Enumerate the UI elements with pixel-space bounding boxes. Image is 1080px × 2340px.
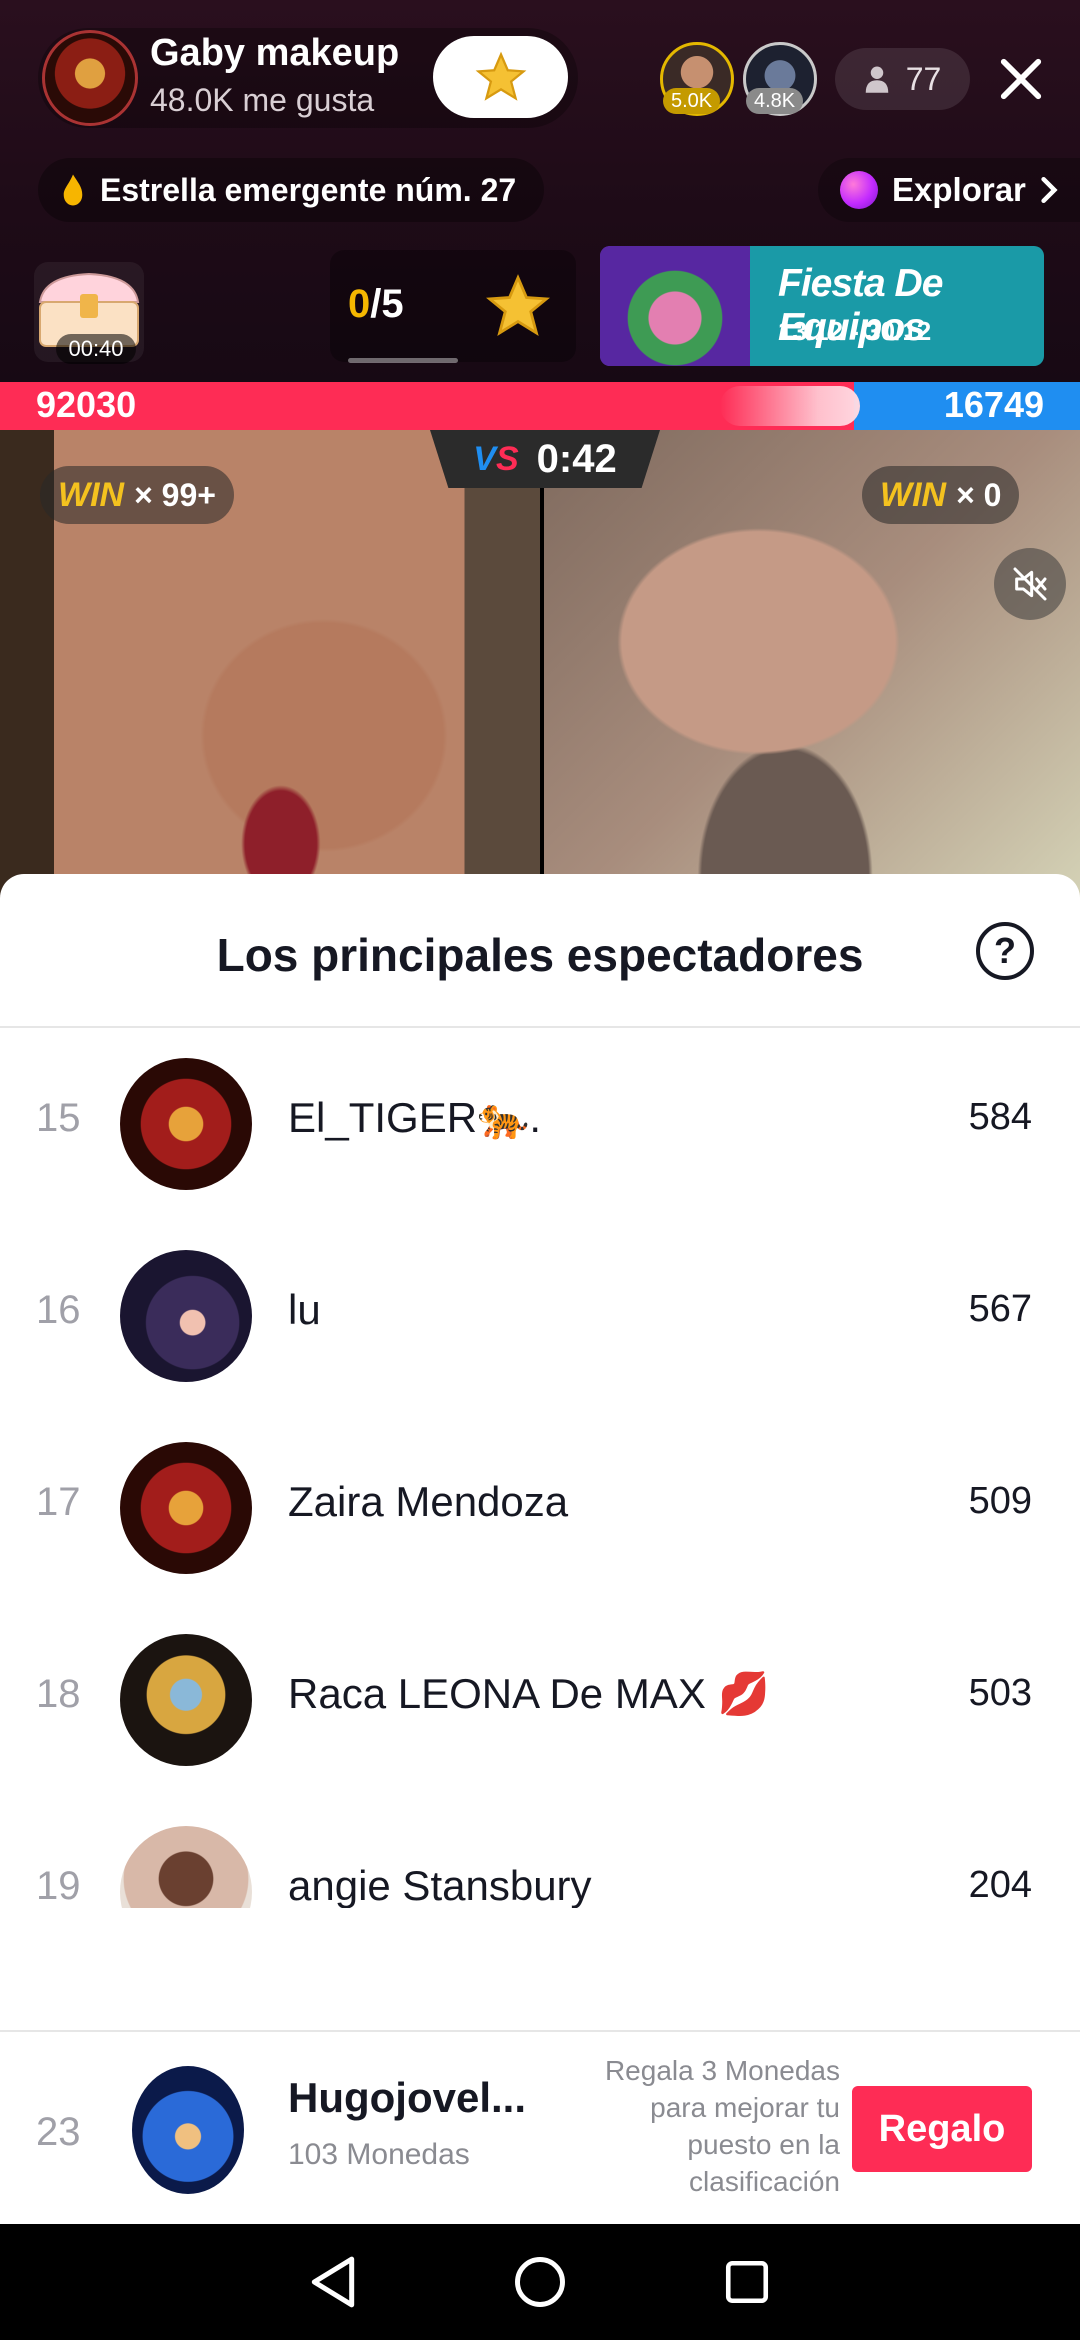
system-nav-bar bbox=[0, 2224, 1080, 2340]
chevron-right-icon bbox=[1041, 176, 1058, 204]
viewer-name[interactable]: angie Stansbury bbox=[288, 1862, 592, 1908]
my-name: Hugojovel... bbox=[288, 2074, 527, 2121]
speaker-muted-icon bbox=[1013, 567, 1047, 601]
my-rank-bar: 23 Hugojovel... 103 Monedas Regala 3 Mon… bbox=[0, 2030, 1080, 2224]
quest-count: 0/5 bbox=[348, 282, 404, 327]
home-circle-icon bbox=[515, 2257, 565, 2307]
avatar[interactable] bbox=[120, 1442, 252, 1574]
rank-number: 16 bbox=[36, 1288, 81, 1332]
recents-square-icon bbox=[725, 2260, 768, 2304]
banner-cake-image bbox=[600, 246, 750, 366]
viewer-score: 584 bbox=[968, 1096, 1032, 1138]
back-triangle-icon bbox=[312, 2256, 355, 2308]
list-item[interactable]: 19 angie Stansbury 204 bbox=[0, 1796, 1080, 1908]
score-left: 92030 bbox=[36, 384, 137, 425]
live-header: Gaby makeup 48.0K me gusta 5.0K 4.8K 77 … bbox=[0, 0, 1080, 382]
viewer-score: 503 bbox=[968, 1672, 1032, 1714]
left-win-streak: WIN × 99+ bbox=[40, 466, 234, 524]
score-right: 16749 bbox=[943, 384, 1044, 425]
top-viewers-sheet: Los principales espectadores ? 15 El_TIG… bbox=[0, 874, 1080, 2224]
avatar[interactable] bbox=[120, 1826, 252, 1908]
host-likes: 48.0K me gusta bbox=[150, 82, 375, 118]
list-item[interactable]: 16 lu 567 bbox=[0, 1220, 1080, 1412]
left-win-count: × 99+ bbox=[134, 476, 216, 513]
event-banner[interactable]: Fiesta De Equipos 13/12 - 30/12 bbox=[600, 246, 1044, 366]
avatar[interactable] bbox=[120, 1250, 252, 1382]
viewer-score: 567 bbox=[968, 1288, 1032, 1330]
flame-icon bbox=[63, 174, 83, 206]
list-item[interactable]: 15 El_TIGER🐅. 584 bbox=[0, 1028, 1080, 1220]
explore-button[interactable]: Explorar bbox=[818, 158, 1080, 222]
top-viewer-badge-1: 5.0K bbox=[663, 88, 721, 114]
close-button[interactable] bbox=[990, 48, 1052, 110]
star-icon bbox=[475, 51, 526, 101]
viewer-name[interactable]: El_TIGER🐅. bbox=[288, 1094, 541, 1143]
home-button[interactable] bbox=[500, 2242, 580, 2322]
rank-up-hint: Regala 3 Monedas para mejorar tu puesto … bbox=[604, 2055, 840, 2197]
viewer-name[interactable]: Raca LEONA De MAX 💋 bbox=[288, 1670, 770, 1719]
help-icon[interactable]: ? bbox=[976, 922, 1034, 980]
close-icon bbox=[1000, 58, 1042, 100]
viewer-score: 509 bbox=[968, 1480, 1032, 1522]
vs-logo: VS bbox=[473, 439, 519, 478]
battle-timer-tab: VS 0:42 bbox=[430, 430, 660, 488]
my-coins: 103 Monedas bbox=[288, 2138, 470, 2171]
score-comet bbox=[720, 386, 860, 426]
banner-date: 13/12 - 30/12 bbox=[778, 316, 932, 346]
rank-number: 17 bbox=[36, 1480, 81, 1524]
battle-timer: 0:42 bbox=[536, 436, 617, 481]
avatar[interactable] bbox=[120, 1634, 252, 1766]
rising-star-label: Estrella emergente núm. 27 bbox=[100, 171, 517, 208]
viewer-count: 77 bbox=[905, 60, 942, 97]
quest-total: /5 bbox=[370, 282, 404, 326]
sheet-title: Los principales espectadores bbox=[216, 929, 864, 981]
chest-timer: 00:40 bbox=[56, 334, 136, 364]
rank-number: 15 bbox=[36, 1096, 81, 1140]
explore-label: Explorar bbox=[892, 171, 1026, 208]
gift-button[interactable]: Regalo bbox=[852, 2086, 1032, 2172]
viewer-count-button[interactable]: 77 bbox=[835, 48, 970, 110]
battle-score-bar bbox=[0, 382, 1080, 430]
my-avatar[interactable] bbox=[132, 2066, 244, 2194]
rank-number: 18 bbox=[36, 1672, 81, 1716]
viewer-name[interactable]: lu bbox=[288, 1286, 321, 1334]
viewer-score: 204 bbox=[968, 1864, 1032, 1906]
rank-number: 19 bbox=[36, 1864, 81, 1908]
right-win-streak: WIN × 0 bbox=[862, 466, 1020, 524]
right-win-word: WIN bbox=[880, 475, 947, 514]
viewer-name[interactable]: Zaira Mendoza bbox=[288, 1478, 568, 1526]
quest-done: 0 bbox=[348, 282, 371, 326]
right-win-count: × 0 bbox=[956, 476, 1002, 513]
host-name[interactable]: Gaby makeup bbox=[150, 32, 399, 75]
list-item[interactable]: 18 Raca LEONA De MAX 💋 503 bbox=[0, 1604, 1080, 1796]
avatar[interactable] bbox=[120, 1058, 252, 1190]
left-win-word: WIN bbox=[58, 475, 125, 514]
quest-star-icon bbox=[486, 274, 550, 336]
my-rank-number: 23 bbox=[36, 2110, 81, 2154]
rising-star-pill[interactable]: Estrella emergente núm. 27 bbox=[38, 158, 545, 222]
planet-icon bbox=[840, 171, 878, 209]
mute-button[interactable] bbox=[994, 548, 1066, 620]
host-avatar[interactable] bbox=[42, 30, 138, 126]
back-button[interactable] bbox=[293, 2242, 373, 2322]
recents-button[interactable] bbox=[707, 2242, 787, 2322]
ranking-list[interactable]: 15 El_TIGER🐅. 584 16 lu 567 17 Zaira Men… bbox=[0, 1028, 1080, 1908]
person-icon bbox=[865, 66, 888, 93]
top-viewer-badge-2: 4.8K bbox=[746, 88, 804, 114]
quest-indicator bbox=[348, 358, 458, 363]
list-item[interactable]: 17 Zaira Mendoza 509 bbox=[0, 1412, 1080, 1604]
star-follow-button[interactable] bbox=[433, 36, 568, 118]
